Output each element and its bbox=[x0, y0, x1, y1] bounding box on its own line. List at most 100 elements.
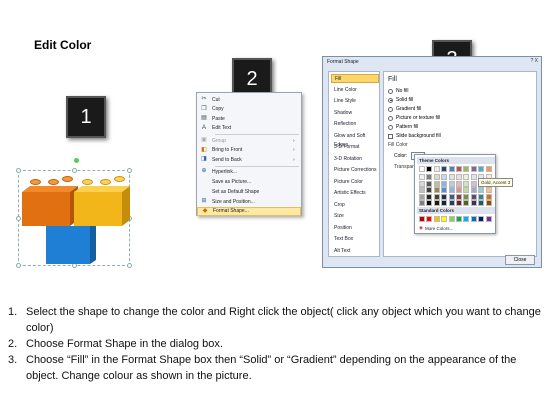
theme-color-swatch[interactable] bbox=[441, 166, 448, 172]
theme-color-swatch[interactable] bbox=[470, 166, 477, 172]
theme-shade-swatch[interactable] bbox=[419, 187, 425, 193]
theme-shade-swatch[interactable] bbox=[448, 193, 455, 200]
standard-color-swatch[interactable] bbox=[433, 216, 440, 222]
nav-position[interactable]: Position bbox=[331, 224, 379, 233]
nav-artistic-effects[interactable]: Artistic Effects bbox=[331, 189, 379, 198]
nav-alt-text[interactable]: Alt Text bbox=[331, 247, 379, 256]
menu-item-group[interactable]: ▣ Group › bbox=[197, 136, 301, 146]
nav-size[interactable]: Size bbox=[331, 212, 379, 221]
more-colors-item[interactable]: ◉ More Colors... bbox=[419, 225, 453, 231]
resize-handle[interactable] bbox=[16, 263, 21, 268]
theme-color-swatch[interactable] bbox=[485, 166, 492, 172]
theme-shade-swatch[interactable] bbox=[419, 193, 425, 200]
theme-color-swatch[interactable] bbox=[448, 166, 455, 172]
nav-shadow[interactable]: Shadow bbox=[331, 109, 379, 118]
menu-item-set-default-shape[interactable]: Set as Default Shape bbox=[197, 187, 301, 197]
blue-brick[interactable] bbox=[46, 226, 96, 264]
theme-shade-swatch[interactable] bbox=[426, 174, 433, 180]
theme-shade-swatch[interactable] bbox=[470, 193, 477, 200]
theme-shade-swatch[interactable] bbox=[463, 180, 470, 187]
theme-shade-swatch[interactable] bbox=[433, 200, 440, 206]
theme-shade-swatch[interactable] bbox=[448, 174, 455, 180]
theme-shade-swatch[interactable] bbox=[456, 187, 462, 193]
resize-handle[interactable] bbox=[16, 168, 21, 173]
nav-reflection[interactable]: Reflection bbox=[331, 120, 379, 129]
option-pattern-fill[interactable]: Pattern fill bbox=[388, 123, 418, 131]
nav-picture-color[interactable]: Picture Color bbox=[331, 178, 379, 187]
menu-item-edit-text[interactable]: A Edit Text bbox=[197, 124, 301, 134]
theme-shade-swatch[interactable] bbox=[470, 200, 477, 206]
theme-shade-swatch[interactable] bbox=[433, 174, 440, 180]
standard-color-swatch[interactable] bbox=[441, 216, 448, 222]
standard-color-swatch[interactable] bbox=[485, 216, 492, 222]
standard-color-swatch[interactable] bbox=[478, 216, 485, 222]
dialog-window-buttons[interactable]: ? X bbox=[530, 58, 538, 64]
theme-shade-swatch[interactable] bbox=[426, 180, 433, 187]
standard-color-swatch[interactable] bbox=[448, 216, 455, 222]
theme-shade-swatch[interactable] bbox=[448, 200, 455, 206]
yellow-brick[interactable] bbox=[74, 186, 130, 226]
option-solid-fill[interactable]: Solid fill bbox=[388, 96, 413, 104]
theme-shade-swatch[interactable] bbox=[441, 187, 448, 193]
theme-shade-swatch[interactable] bbox=[463, 200, 470, 206]
orange-brick[interactable] bbox=[22, 186, 78, 226]
theme-shade-swatch[interactable] bbox=[456, 180, 462, 187]
rotation-handle[interactable] bbox=[74, 158, 79, 163]
theme-shade-swatch[interactable] bbox=[441, 193, 448, 200]
theme-color-swatch[interactable] bbox=[463, 166, 470, 172]
menu-item-hyperlink[interactable]: ⊕ Hyperlink... bbox=[197, 167, 301, 177]
theme-shade-swatch[interactable] bbox=[426, 187, 433, 193]
resize-handle[interactable] bbox=[16, 216, 21, 221]
nav-fill[interactable]: Fill bbox=[331, 74, 379, 83]
theme-shade-swatch[interactable] bbox=[426, 200, 433, 206]
theme-shade-swatch[interactable] bbox=[463, 193, 470, 200]
theme-shade-swatch[interactable] bbox=[463, 187, 470, 193]
nav-picture-corrections[interactable]: Picture Corrections bbox=[331, 166, 379, 175]
theme-shade-swatch[interactable] bbox=[433, 187, 440, 193]
theme-shade-swatch[interactable] bbox=[448, 187, 455, 193]
nav-3d-rotation[interactable]: 3-D Rotation bbox=[331, 155, 379, 164]
menu-item-paste[interactable]: ▤ Paste bbox=[197, 114, 301, 124]
theme-shade-swatch[interactable] bbox=[470, 187, 477, 193]
resize-handle[interactable] bbox=[72, 168, 77, 173]
theme-shade-swatch[interactable] bbox=[485, 193, 492, 200]
menu-item-send-to-back[interactable]: ◨ Send to Back › bbox=[197, 155, 301, 165]
theme-shade-swatch[interactable] bbox=[463, 174, 470, 180]
menu-item-save-as-picture[interactable]: Save as Picture... bbox=[197, 177, 301, 187]
theme-color-swatch[interactable] bbox=[456, 166, 462, 172]
resize-handle[interactable] bbox=[127, 263, 132, 268]
option-picture-texture-fill[interactable]: Picture or texture fill bbox=[388, 114, 440, 122]
nav-line-color[interactable]: Line Color bbox=[331, 86, 379, 95]
theme-shade-swatch[interactable] bbox=[441, 174, 448, 180]
theme-shade-swatch[interactable] bbox=[419, 174, 425, 180]
theme-color-swatch[interactable] bbox=[426, 166, 433, 172]
option-slide-background-fill[interactable]: Slide background fill bbox=[388, 132, 441, 140]
menu-item-cut[interactable]: ✂ Cut bbox=[197, 95, 301, 105]
theme-shade-swatch[interactable] bbox=[441, 180, 448, 187]
standard-color-swatch[interactable] bbox=[419, 216, 425, 222]
nav-crop[interactable]: Crop bbox=[331, 201, 379, 210]
theme-shade-swatch[interactable] bbox=[485, 187, 492, 193]
nav-text-box[interactable]: Text Box bbox=[331, 235, 379, 244]
theme-shade-swatch[interactable] bbox=[441, 200, 448, 206]
standard-color-swatch[interactable] bbox=[426, 216, 433, 222]
theme-shade-swatch[interactable] bbox=[433, 180, 440, 187]
theme-shade-swatch[interactable] bbox=[419, 200, 425, 206]
theme-color-swatch[interactable] bbox=[433, 166, 440, 172]
theme-color-swatch[interactable] bbox=[419, 166, 425, 172]
option-no-fill[interactable]: No fill bbox=[388, 87, 409, 95]
theme-shade-swatch[interactable] bbox=[456, 200, 462, 206]
close-button[interactable]: Close bbox=[505, 255, 535, 265]
menu-item-copy[interactable]: ❐ Copy bbox=[197, 105, 301, 115]
theme-shade-swatch[interactable] bbox=[456, 193, 462, 200]
theme-shade-swatch[interactable] bbox=[470, 174, 477, 180]
theme-shade-swatch[interactable] bbox=[419, 180, 425, 187]
nav-glow-soft-edges[interactable]: Glow and Soft Edges bbox=[331, 132, 379, 148]
standard-color-swatch[interactable] bbox=[463, 216, 470, 222]
theme-shade-swatch[interactable] bbox=[478, 187, 485, 193]
theme-shade-swatch[interactable] bbox=[478, 193, 485, 200]
resize-handle[interactable] bbox=[127, 168, 132, 173]
menu-item-size-and-position[interactable]: ⊞ Size and Position... bbox=[197, 197, 301, 207]
nav-line-style[interactable]: Line Style bbox=[331, 97, 379, 106]
theme-shade-swatch[interactable] bbox=[485, 200, 492, 206]
